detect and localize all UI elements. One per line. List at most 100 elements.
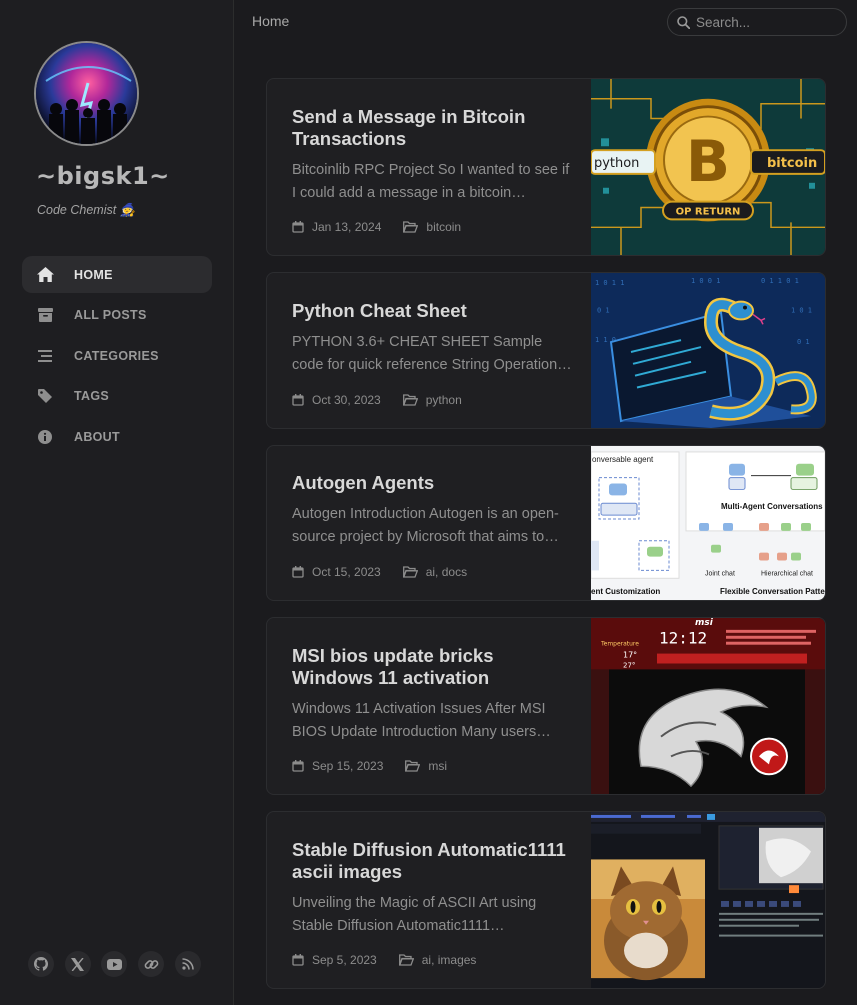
sidebar-item-about[interactable]: ABOUT [22,418,212,455]
bitcoin-op-return-image: B python bitcoin OP RETURN [591,79,825,255]
post-date: Sep 5, 2023 [312,953,377,967]
image-label: 17° [623,651,637,660]
post-meta: Oct 15, 2023 ai, docs [292,565,467,579]
site-title[interactable]: ~bigsk1~ [36,162,170,190]
sidebar-item-home[interactable]: HOME [22,256,212,293]
sidebar-item-label: TAGS [74,389,109,403]
calendar-icon [292,954,304,966]
youtube-icon [106,958,122,970]
info-icon [36,428,54,446]
post-meta: Oct 30, 2023 python [292,393,462,407]
sidebar-item-label: CATEGORIES [74,348,159,363]
rss-link[interactable] [174,951,201,977]
sidebar-nav: HOME ALL POSTS CATEGORIES TAGS ABOUT [22,256,212,459]
post-excerpt: Bitcoinlib RPC Project So I wanted to se… [292,162,570,201]
image-label: Temperature [600,641,639,648]
list-icon [36,347,54,365]
post-image[interactable]: 1 0 1 10 1 1 0 10 11 0 1 1 1 00 11 0 0 1 [591,273,825,428]
image-label: bitcoin [767,156,817,171]
post-categories-group: python [402,393,462,407]
image-label: Flexible Conversation Patter [720,587,825,596]
autogen-diagram-image: onversable agent Multi-Agent Conversatio… [591,446,825,600]
avatar-image [36,43,137,144]
svg-text:1 0 1 1: 1 0 1 1 [595,279,624,287]
breadcrumb: Home [252,13,290,29]
search-icon [677,15,690,29]
svg-text:0 1: 0 1 [797,338,810,346]
post-body: Python Cheat Sheet PYTHON 3.6+ CHEAT SHE… [292,300,577,377]
sidebar-item-label: ALL POSTS [74,308,147,322]
svg-text:B: B [686,127,730,195]
post-categories[interactable]: ai, docs [426,565,467,579]
svg-text:0 1: 0 1 [597,307,610,315]
post-excerpt: PYTHON 3.6+ CHEAT SHEET Sample code for … [292,334,565,373]
post-card[interactable]: Autogen Agents Autogen Introduction Auto… [266,445,826,601]
sidebar-item-all-posts[interactable]: ALL POSTS [22,297,212,334]
image-label: Multi-Agent Conversations [721,502,823,511]
post-card[interactable]: Python Cheat Sheet PYTHON 3.6+ CHEAT SHE… [266,272,826,429]
sidebar-item-categories[interactable]: CATEGORIES [22,337,212,374]
calendar-icon [292,221,304,233]
youtube-link[interactable] [101,951,128,977]
post-excerpt: Windows 11 Activation Issues After MSI B… [292,701,551,740]
search-input[interactable] [696,14,826,30]
post-title[interactable]: Send a Message in Bitcoin Transactions [292,106,577,150]
social-links [28,951,211,977]
folder-open-icon [402,394,418,406]
post-title[interactable]: Stable Diffusion Automatic1111 ascii ima… [292,839,577,883]
post-categories-group: msi [405,759,447,773]
search-box[interactable] [667,8,847,36]
post-categories[interactable]: msi [428,759,447,773]
post-date-group: Oct 15, 2023 [292,565,381,579]
website-link[interactable] [138,951,165,977]
site-subtitle: Code Chemist 🧙 [37,203,136,217]
post-body: Stable Diffusion Automatic1111 ascii ima… [292,839,577,938]
post-meta: Sep 15, 2023 msi [292,759,447,773]
post-categories[interactable]: python [426,393,462,407]
sidebar: ~bigsk1~ Code Chemist 🧙 HOME ALL POSTS C… [0,0,234,1005]
post-date-group: Jan 13, 2024 [292,220,381,234]
post-date: Jan 13, 2024 [312,220,382,234]
post-categories[interactable]: ai, images [422,953,477,967]
archive-icon [36,306,54,324]
post-date: Oct 15, 2023 [312,565,381,579]
image-label: Joint chat [705,570,735,577]
x-icon [71,957,85,971]
post-card[interactable]: Send a Message in Bitcoin Transactions B… [266,78,826,256]
x-link[interactable] [64,951,91,977]
post-date-group: Oct 30, 2023 [292,393,381,407]
image-label: python [594,156,639,171]
avatar[interactable] [34,41,139,146]
folder-open-icon [398,954,414,966]
post-title[interactable]: Autogen Agents [292,472,577,494]
rss-icon [182,958,194,970]
post-excerpt: Autogen Introduction Autogen is an open-… [292,506,559,545]
image-label: 27° [623,661,635,669]
image-label: Hierarchical chat [761,570,813,577]
post-date: Sep 15, 2023 [312,759,384,773]
post-categories-group: ai, docs [402,565,467,579]
post-categories-group: ai, images [398,953,477,967]
post-categories[interactable]: bitcoin [426,220,461,234]
image-label: msi [695,618,714,628]
sidebar-item-label: ABOUT [74,429,120,444]
post-title[interactable]: MSI bios update bricks Windows 11 activa… [292,645,577,689]
post-meta: Sep 5, 2023 ai, images [292,953,476,967]
post-date-group: Sep 5, 2023 [292,953,377,967]
link-icon [144,959,158,969]
post-image[interactable] [591,812,825,988]
tag-icon [36,387,54,405]
post-card[interactable]: MSI bios update bricks Windows 11 activa… [266,617,826,795]
post-image[interactable]: B python bitcoin OP RETURN [591,79,825,255]
calendar-icon [292,566,304,578]
post-image[interactable]: onversable agent Multi-Agent Conversatio… [591,446,825,600]
github-link[interactable] [28,951,54,977]
post-categories-group: bitcoin [403,220,461,234]
sidebar-item-tags[interactable]: TAGS [22,378,212,415]
post-image[interactable]: msi 12:12 Temperature 17° 27° [591,618,825,794]
stable-diffusion-cat-image [591,812,825,988]
sidebar-item-label: HOME [74,267,113,282]
post-title[interactable]: Python Cheat Sheet [292,300,577,322]
post-card[interactable]: Stable Diffusion Automatic1111 ascii ima… [266,811,826,989]
post-meta: Jan 13, 2024 bitcoin [292,220,461,234]
